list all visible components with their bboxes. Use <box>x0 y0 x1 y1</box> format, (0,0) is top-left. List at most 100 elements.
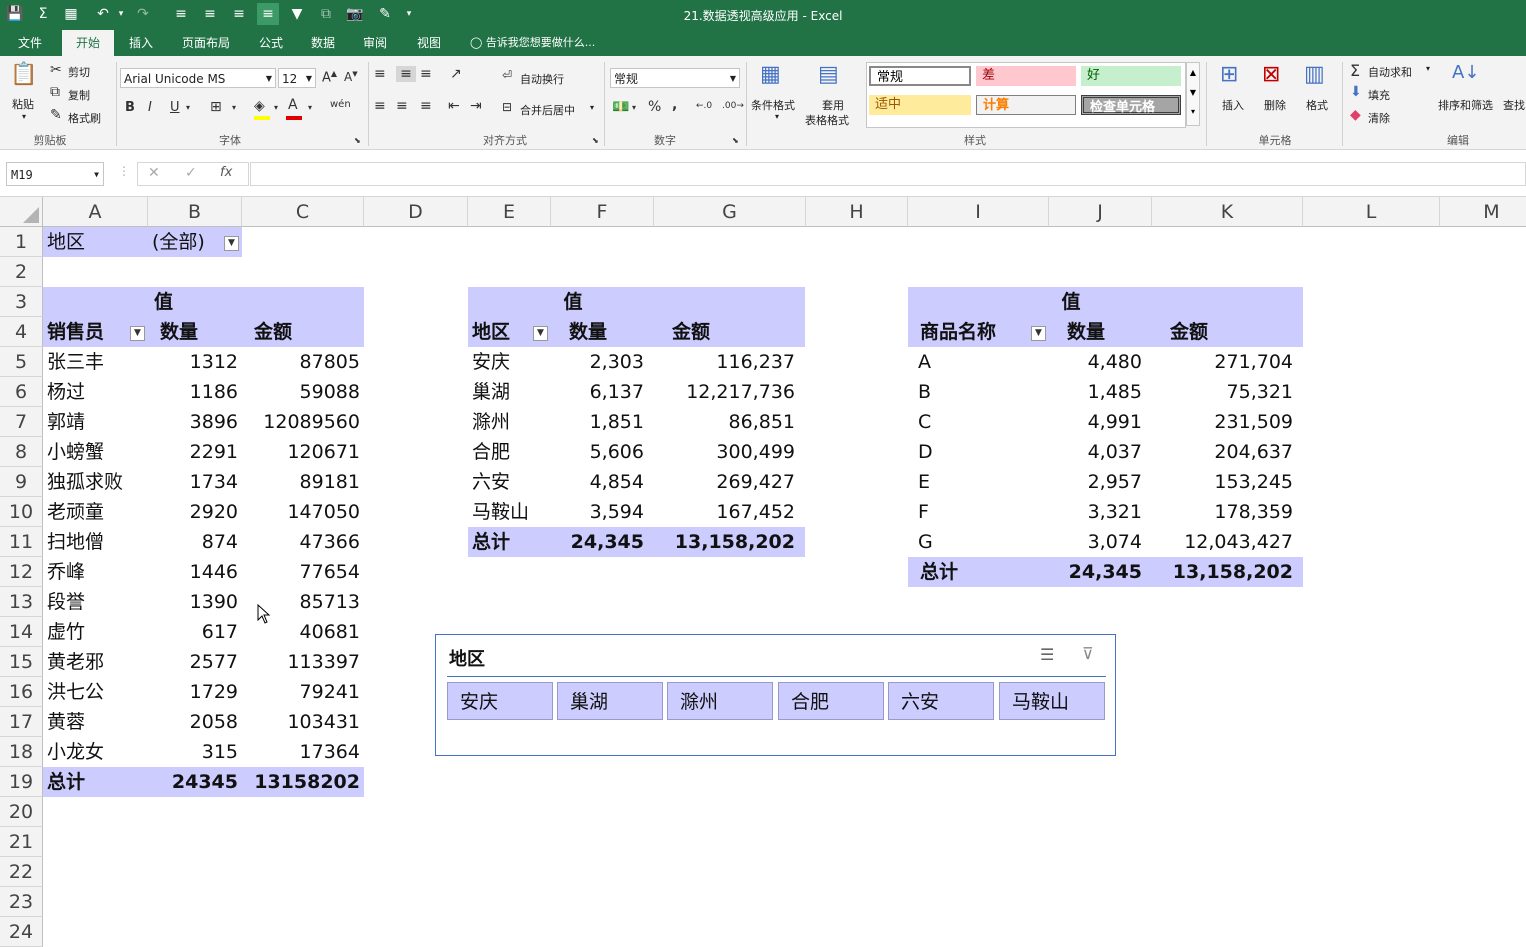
row-header-22[interactable]: 22 <box>0 857 43 887</box>
pivot1-qty[interactable]: 874 <box>148 527 242 557</box>
pivot1-amount[interactable]: 103431 <box>242 707 364 737</box>
pivot3-amount[interactable]: 153,245 <box>1152 467 1297 497</box>
pivot1-salesperson[interactable]: 郭靖 <box>43 407 148 437</box>
gallery-more-icon[interactable]: ▾ <box>1187 103 1199 121</box>
column-header-f[interactable]: F <box>551 197 654 227</box>
column-header-i[interactable]: I <box>908 197 1049 227</box>
paste-button[interactable]: 粘贴 <box>12 96 34 112</box>
merge-center-icon[interactable]: ⊟ <box>502 100 512 114</box>
row-header-16[interactable]: 16 <box>0 677 43 707</box>
scroll-down-icon[interactable]: ▼ <box>1187 83 1199 103</box>
region-slicer[interactable]: 地区 ☰ ⊽ 安庆 巢湖 滁州 合肥 六安 马鞍山 <box>435 634 1116 756</box>
pivot2-region[interactable]: 马鞍山 <box>468 497 551 527</box>
cancel-icon[interactable]: ✕ <box>148 165 160 181</box>
row-header-21[interactable]: 21 <box>0 827 43 857</box>
row-header-19[interactable]: 19 <box>0 767 43 797</box>
pivot3-amount[interactable]: 75,321 <box>1152 377 1297 407</box>
shrink-font-icon[interactable]: A▼ <box>344 70 358 84</box>
tab-insert[interactable]: 插入 <box>118 30 164 56</box>
multi-select-icon[interactable]: ☰ <box>1040 645 1054 664</box>
pivot1-qty[interactable]: 2058 <box>148 707 242 737</box>
column-header-k[interactable]: K <box>1152 197 1303 227</box>
enter-icon[interactable]: ✓ <box>185 165 197 181</box>
pivot1-amount[interactable]: 59088 <box>242 377 364 407</box>
pivot1-amount[interactable]: 17364 <box>242 737 364 767</box>
pivot1-qty[interactable]: 2577 <box>148 647 242 677</box>
row-header-9[interactable]: 9 <box>0 467 43 497</box>
format-cells-button[interactable]: 格式 <box>1306 97 1328 113</box>
pivot2-total-label[interactable]: 总计 <box>468 527 551 557</box>
pivot3-product[interactable]: E <box>908 467 1049 497</box>
style-neutral[interactable]: 适中 <box>869 95 971 115</box>
eraser-icon[interactable]: ◆ <box>1350 107 1361 123</box>
merge-center-button[interactable]: 合并后居中 <box>520 102 575 118</box>
pivot3-qty[interactable]: 1,485 <box>1049 377 1146 407</box>
pivot3-product[interactable]: A <box>908 347 1049 377</box>
pivot2-amount[interactable]: 300,499 <box>654 437 799 467</box>
sort-filter-button[interactable]: 排序和筛选 <box>1438 97 1493 113</box>
pivot2-amount[interactable]: 269,427 <box>654 467 799 497</box>
formula-input[interactable] <box>250 162 1526 186</box>
number-dialog-launcher-icon[interactable]: ⬊ <box>732 136 739 145</box>
pivot1-amount[interactable]: 12089560 <box>242 407 364 437</box>
fill-color-icon[interactable]: ◈ <box>254 98 265 114</box>
tab-review[interactable]: 审阅 <box>354 30 396 56</box>
pivot1-salesperson[interactable]: 段誉 <box>43 587 148 617</box>
pivot2-qty[interactable]: 1,851 <box>551 407 648 437</box>
pivot1-qty[interactable]: 315 <box>148 737 242 767</box>
row-header-11[interactable]: 11 <box>0 527 43 557</box>
row-header-18[interactable]: 18 <box>0 737 43 767</box>
row-header-8[interactable]: 8 <box>0 437 43 467</box>
pivot1-salesperson[interactable]: 杨过 <box>43 377 148 407</box>
pivot2-qty[interactable]: 4,854 <box>551 467 648 497</box>
pivot3-product[interactable]: D <box>908 437 1049 467</box>
row-header-24[interactable]: 24 <box>0 917 43 947</box>
pivot1-amount[interactable]: 113397 <box>242 647 364 677</box>
pivot3-qty[interactable]: 4,037 <box>1049 437 1146 467</box>
cut-button[interactable]: 剪切 <box>68 64 90 80</box>
tab-view[interactable]: 视图 <box>408 30 450 56</box>
pivot1-row-filter-icon[interactable]: ▼ <box>130 326 145 341</box>
merge-dropdown-icon[interactable]: ▾ <box>590 103 594 112</box>
pivot2-qty[interactable]: 2,303 <box>551 347 648 377</box>
pivot1-qty[interactable]: 1312 <box>148 347 242 377</box>
select-all-corner[interactable] <box>0 197 43 227</box>
align-center-icon[interactable]: ≡ <box>396 98 408 114</box>
clear-filter-icon[interactable]: ⊽ <box>1082 644 1094 663</box>
decrease-decimal-icon[interactable]: .00→ <box>722 101 744 111</box>
pivot1-amount[interactable]: 47366 <box>242 527 364 557</box>
pivot2-region[interactable]: 安庆 <box>468 347 551 377</box>
pivot1-amount[interactable]: 77654 <box>242 557 364 587</box>
paste-icon[interactable]: 📋 <box>10 62 38 90</box>
pivot1-qty[interactable]: 1186 <box>148 377 242 407</box>
scroll-up-icon[interactable]: ▲ <box>1187 63 1199 83</box>
conditional-dropdown-icon[interactable]: ▾ <box>775 112 779 121</box>
pivot3-amount[interactable]: 178,359 <box>1152 497 1297 527</box>
pivot2-total-qty[interactable]: 24,345 <box>551 527 648 557</box>
pivot3-qty[interactable]: 2,957 <box>1049 467 1146 497</box>
slicer-item[interactable]: 巢湖 <box>557 682 663 720</box>
pivot2-region[interactable]: 巢湖 <box>468 377 551 407</box>
insert-cells-button[interactable]: 插入 <box>1222 97 1244 113</box>
decrease-indent-icon[interactable]: ⇤ <box>448 98 460 114</box>
format-as-table-icon[interactable]: ▤ <box>818 62 839 87</box>
pivot3-amount-header[interactable]: 金额 <box>1152 317 1303 347</box>
pivot1-qty-header[interactable]: 数量 <box>148 317 242 347</box>
pivot3-amount[interactable]: 271,704 <box>1152 347 1297 377</box>
number-format-select[interactable]: 常规 ▼ <box>610 68 740 88</box>
column-header-l[interactable]: L <box>1303 197 1440 227</box>
underline-button[interactable]: U <box>170 100 180 115</box>
pivot3-total-amount[interactable]: 13,158,202 <box>1152 557 1297 587</box>
pivot1-salesperson[interactable]: 虚竹 <box>43 617 148 647</box>
tab-formulas[interactable]: 公式 <box>250 30 292 56</box>
pivot3-qty[interactable]: 3,321 <box>1049 497 1146 527</box>
align-top-icon[interactable]: ≡ <box>374 66 386 82</box>
pivot1-salesperson[interactable]: 小龙女 <box>43 737 148 767</box>
pivot1-salesperson[interactable]: 独孤求败 <box>43 467 148 497</box>
row-header-13[interactable]: 13 <box>0 587 43 617</box>
pivot2-region[interactable]: 合肥 <box>468 437 551 467</box>
clear-button[interactable]: 清除 <box>1368 110 1390 126</box>
font-size-select[interactable]: 12 ▼ <box>278 68 316 88</box>
pivot1-salesperson[interactable]: 小螃蟹 <box>43 437 148 467</box>
font-name-select[interactable]: Arial Unicode MS ▼ <box>120 68 276 88</box>
